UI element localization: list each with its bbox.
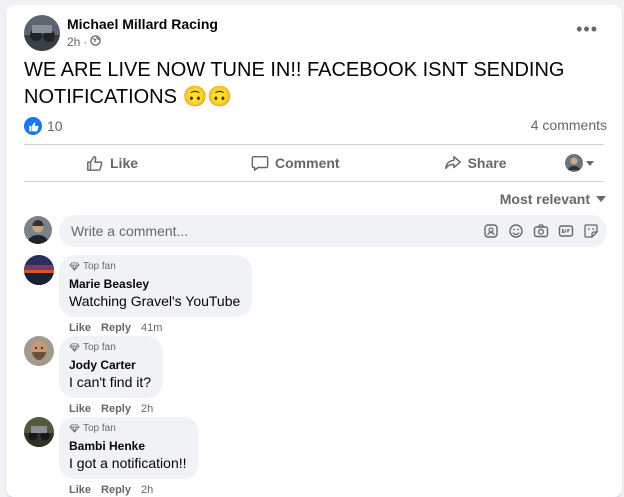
post-text: WE ARE LIVE NOW TUNE IN!! FACEBOOK ISNT … [24,59,565,108]
comment-like-button[interactable]: Like [69,403,91,415]
comment-input-box[interactable] [59,215,607,247]
badge-label: Top fan [83,342,116,353]
comment-bubble: Top fan Jody Carter I can't find it? [59,336,164,398]
sort-label: Most relevant [499,191,590,207]
sort-dropdown[interactable]: Most relevant [500,191,606,207]
top-fan-badge: Top fan [69,261,240,272]
camera-icon[interactable] [533,223,549,239]
badge-label: Top fan [83,423,116,434]
sticker-icon[interactable] [583,223,599,239]
badge-label: Top fan [83,261,116,272]
commenter-avatar[interactable] [24,336,54,366]
caret-down-icon [586,161,594,166]
comment-actions: Like Reply 2h [69,403,153,415]
like-count: 10 [47,118,63,134]
avatar-sticker-icon[interactable] [483,223,499,239]
like-reaction-icon [24,117,42,135]
more-options-icon[interactable]: ••• [576,19,598,40]
commenter-avatar[interactable] [24,417,54,447]
divider [24,181,604,182]
like-label: Like [110,155,139,171]
comment-actions: Like Reply 2h [69,484,153,496]
comment-time[interactable]: 41m [141,322,162,334]
commenter-avatar[interactable] [24,255,54,285]
comment-bubble: Top fan Bambi Henke I got a notification… [59,417,199,479]
comment-author[interactable]: Jody Carter [69,358,151,372]
comment-bubble: Top fan Marie Beasley Watching Gravel's … [59,255,253,317]
comment-text: I can't find it? [69,374,152,390]
share-label: Share [467,155,507,171]
audience-avatar [565,154,583,172]
post-time[interactable]: 2h [67,35,80,49]
comments-count[interactable]: 4 comments [531,117,607,133]
comment-time[interactable]: 2h [141,403,153,415]
comment-like-button[interactable]: Like [69,322,91,334]
comment-tools [483,223,599,239]
page-avatar[interactable] [24,15,60,51]
comment-button[interactable]: Comment [251,154,340,172]
top-fan-badge: Top fan [69,342,151,353]
comment-time[interactable]: 2h [141,484,153,496]
audience-selector[interactable] [565,154,594,172]
meta-separator: · [83,35,88,49]
gif-icon[interactable] [558,223,574,239]
comment-label: Comment [275,155,340,171]
comment-input[interactable] [69,222,453,240]
globe-icon [90,35,102,49]
comment-reply-button[interactable]: Reply [101,484,131,496]
comment-author[interactable]: Bambi Henke [69,439,187,453]
diamond-icon [69,262,80,271]
reactions-summary[interactable]: 10 [24,117,63,135]
share-button[interactable]: Share [444,154,507,172]
top-fan-badge: Top fan [69,423,187,434]
diamond-icon [69,343,80,352]
thumbs-up-icon [87,155,103,171]
comment-icon [251,155,269,171]
post-card: Michael Millard Racing 2h · ••• WE ARE L… [6,5,622,497]
share-icon [444,155,461,170]
comment-text: Watching Gravel's YouTube [69,293,241,309]
comment-actions: Like Reply 41m [69,322,162,334]
post-meta: 2h · [67,35,102,49]
like-button[interactable]: Like [86,154,138,172]
diamond-icon [69,424,80,433]
caret-down-icon [596,196,606,202]
post-actions-bar: Like Comment Share [24,145,604,181]
emoji-icon[interactable] [508,223,524,239]
current-user-avatar[interactable] [24,216,52,244]
comment-text: I got a notification!! [69,455,187,471]
page-name[interactable]: Michael Millard Racing [67,16,218,32]
comment-reply-button[interactable]: Reply [101,403,131,415]
comment-author[interactable]: Marie Beasley [69,277,240,291]
comment-reply-button[interactable]: Reply [101,322,131,334]
comment-like-button[interactable]: Like [69,484,91,496]
